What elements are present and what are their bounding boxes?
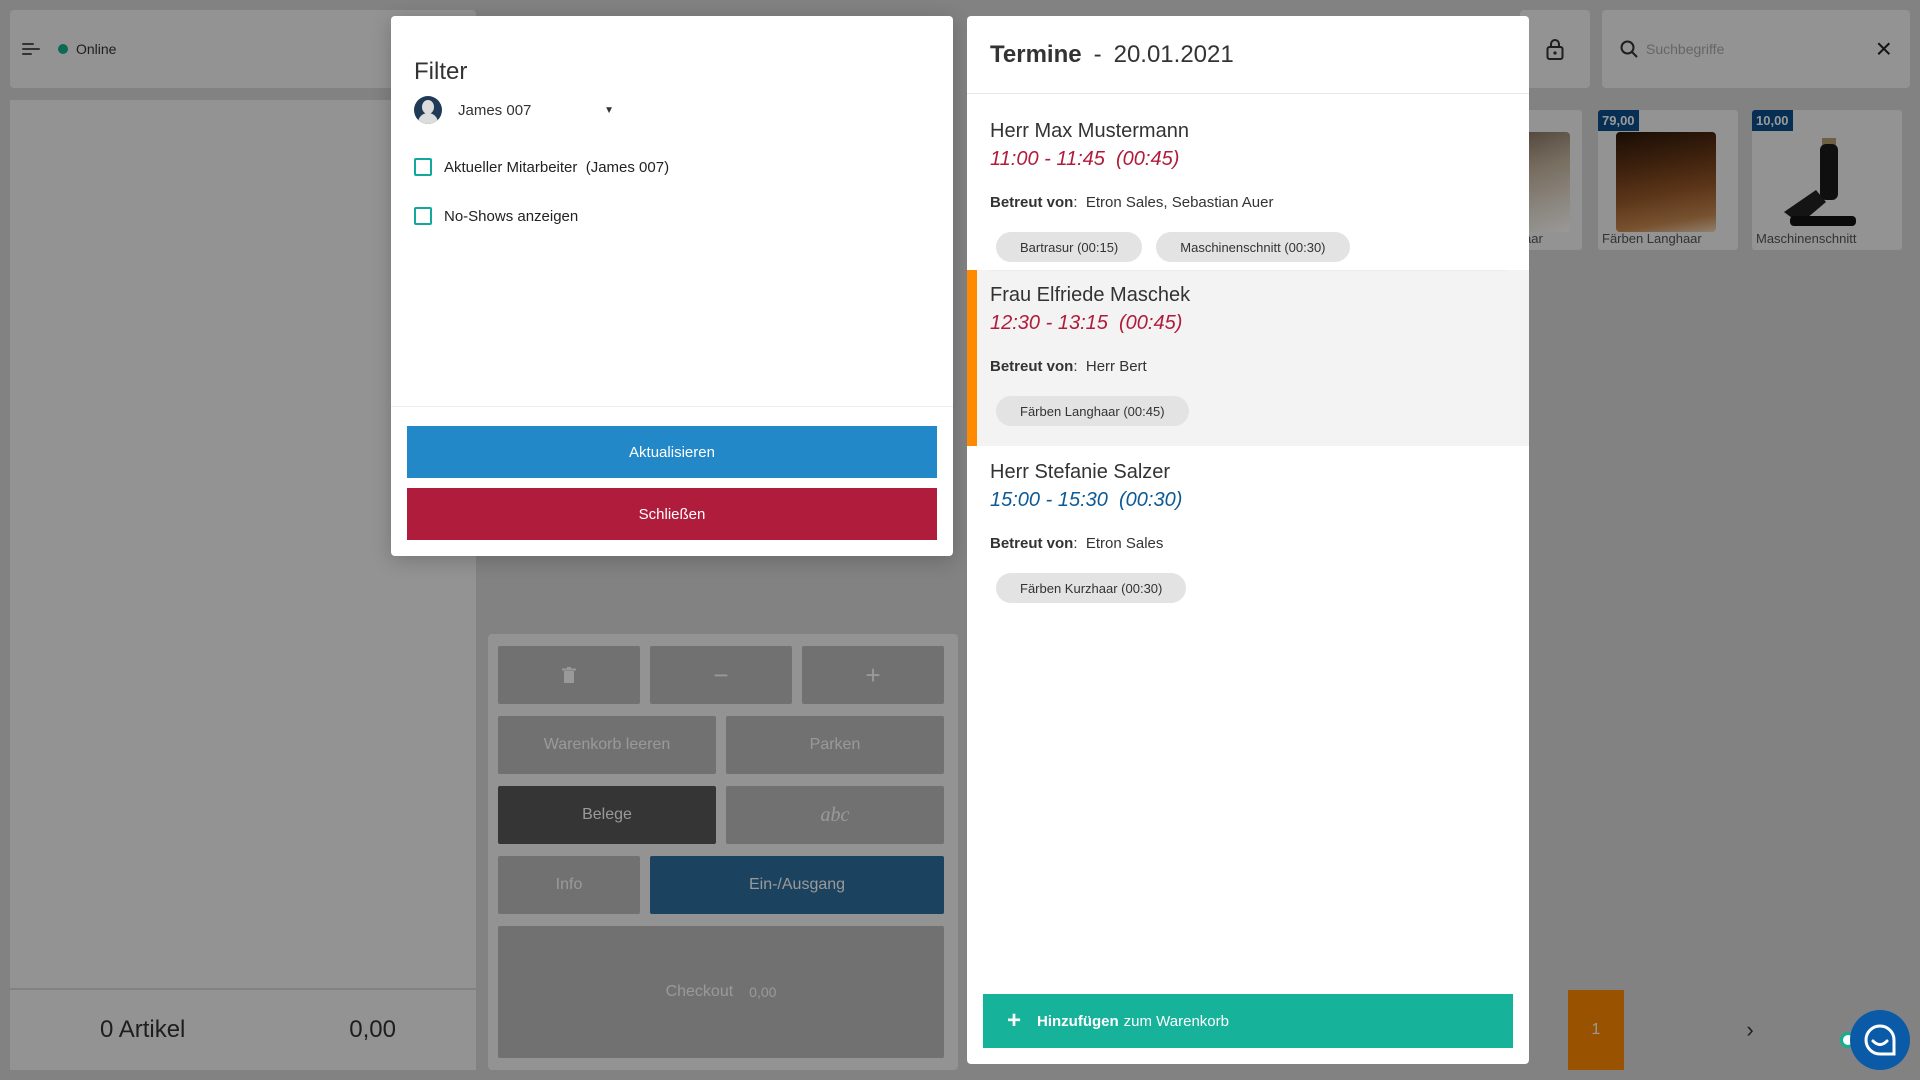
add-to-cart-button[interactable]: + Hinzufügen zum Warenkorb (983, 994, 1513, 1048)
service-chip: Färben Kurzhaar (00:30) (996, 573, 1187, 603)
employee-select[interactable]: James 007 ▼ (414, 94, 614, 126)
customer-name: Herr Stefanie Salzer (990, 461, 1171, 483)
service-chips: Bartrasur (00:15) Maschinenschnitt (00:3… (996, 232, 1350, 262)
plus-icon: + (1007, 1007, 1022, 1034)
staff-line: Betreut von: Etron Sales (990, 535, 1164, 552)
appointments-header: Termine - 20.01.2021 (967, 16, 1529, 94)
close-button[interactable]: Schließen (407, 488, 937, 540)
service-chip: Bartrasur (00:15) (996, 232, 1143, 262)
current-employee-checkbox[interactable] (414, 158, 432, 176)
current-employee-checkbox-row[interactable]: Aktueller Mitarbeiter (James 007) (414, 158, 669, 176)
dropdown-arrow-icon: ▼ (604, 104, 614, 116)
appointment-time: 11:00 - 11:45 (00:45) (990, 148, 1180, 170)
service-chips: Färben Langhaar (00:45) (996, 396, 1189, 426)
no-shows-checkbox-row[interactable]: No-Shows anzeigen (414, 207, 578, 225)
staff-line: Betreut von: Herr Bert (990, 358, 1147, 375)
appointment-item-selected[interactable]: Frau Elfriede Maschek 12:30 - 13:15 (00:… (967, 270, 1529, 446)
add-label-rest: zum Warenkorb (1123, 1012, 1229, 1030)
selection-indicator (967, 270, 977, 446)
filter-dialog: Filter James 007 ▼ Aktueller Mitarbeiter… (391, 16, 953, 556)
customer-name: Herr Max Mustermann (990, 120, 1189, 142)
service-chips: Färben Kurzhaar (00:30) (996, 573, 1187, 603)
appointment-time: 12:30 - 13:15 (00:45) (990, 312, 1183, 334)
staff-names: Etron Sales (1085, 535, 1164, 552)
customer-name: Frau Elfriede Maschek (990, 284, 1191, 306)
appointment-time: 15:00 - 15:30 (00:30) (990, 489, 1183, 511)
chat-icon (1864, 1024, 1896, 1056)
appointments-title: Termine (990, 40, 1082, 68)
staff-names: Etron Sales, Sebastian Auer (1085, 194, 1274, 211)
appointments-date: 20.01.2021 (1113, 40, 1234, 68)
title-separator: - (1093, 40, 1102, 68)
no-shows-checkbox[interactable] (414, 207, 432, 225)
modal-backdrop[interactable] (0, 0, 1920, 1080)
divider (990, 270, 1506, 271)
update-button[interactable]: Aktualisieren (407, 426, 937, 478)
current-employee-label: Aktueller Mitarbeiter (James 007) (444, 158, 670, 176)
staff-label: Betreut von (990, 535, 1074, 552)
filter-title: Filter (414, 58, 468, 85)
staff-label: Betreut von (990, 194, 1074, 211)
staff-names: Herr Bert (1085, 358, 1147, 375)
staff-label: Betreut von (990, 358, 1074, 375)
staff-line: Betreut von: Etron Sales, Sebastian Auer (990, 194, 1274, 211)
appointment-item[interactable]: Herr Stefanie Salzer 15:00 - 15:30 (00:3… (967, 447, 1529, 623)
no-shows-label: No-Shows anzeigen (444, 207, 579, 225)
service-chip: Maschinenschnitt (00:30) (1156, 232, 1350, 262)
appointments-dialog: Termine - 20.01.2021 Herr Max Mustermann… (967, 16, 1529, 1064)
employee-select-value: James 007 (458, 101, 532, 119)
divider (391, 406, 953, 407)
avatar (414, 96, 442, 124)
chat-button[interactable] (1850, 1010, 1910, 1070)
service-chip: Färben Langhaar (00:45) (996, 396, 1189, 426)
add-label-bold: Hinzufügen (1037, 1012, 1119, 1030)
appointment-item[interactable]: Herr Max Mustermann 11:00 - 11:45 (00:45… (967, 106, 1529, 282)
